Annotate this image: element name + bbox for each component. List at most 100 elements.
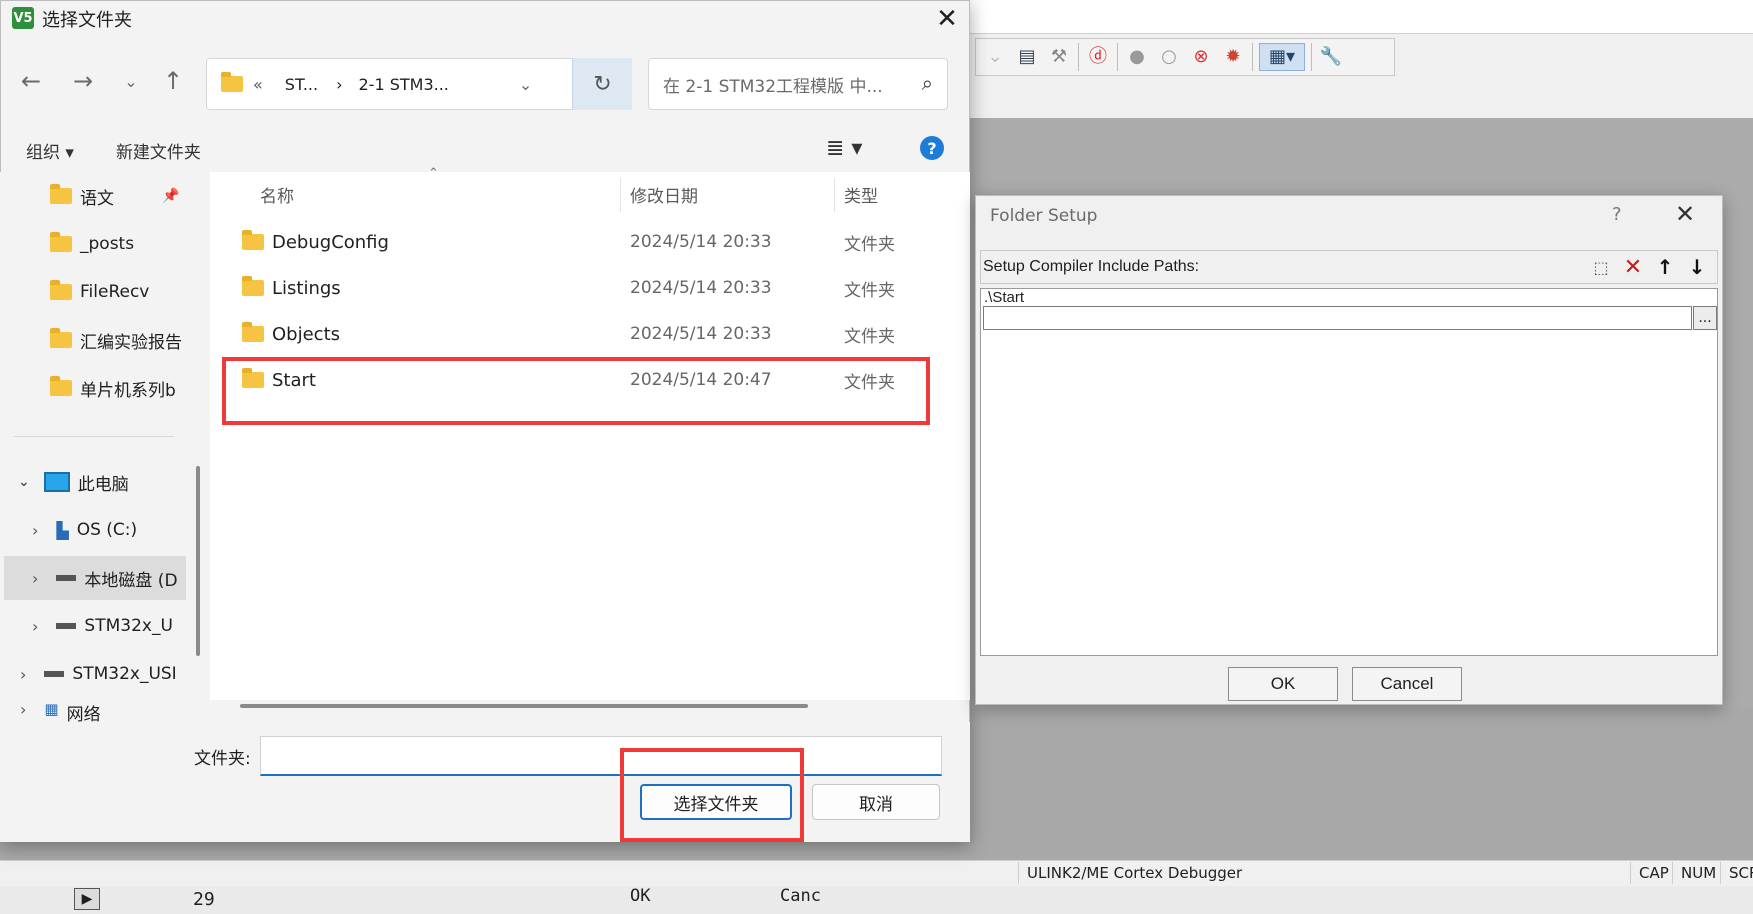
collapsed-chevron-icon[interactable]: ›: [32, 521, 38, 540]
file-row[interactable]: Listings 2024/5/14 20:33 文件夹: [210, 265, 970, 311]
search-input[interactable]: 在 2-1 STM32工程模版 中... ⌕: [648, 58, 948, 110]
ok-button[interactable]: OK: [1228, 667, 1338, 701]
window-layout-icon[interactable]: ▦▾: [1259, 43, 1305, 71]
nav-item-label: 汇编实验报告: [80, 332, 182, 353]
ide-status-bar: [0, 860, 1753, 886]
computer-icon: [43, 472, 70, 492]
collapsed-chevron-icon[interactable]: ›: [20, 665, 26, 684]
cancel-button[interactable]: 取消: [812, 784, 940, 820]
help-icon[interactable]: ?: [1612, 204, 1622, 225]
folder-icon: [50, 328, 72, 348]
move-down-icon[interactable]: ↓: [1684, 254, 1710, 280]
organize-menu[interactable]: 组织 ▾: [26, 138, 74, 163]
new-folder-button[interactable]: 新建文件夹: [116, 138, 201, 163]
nav-item[interactable]: FileRecv: [0, 270, 195, 314]
tree-drive-selected[interactable]: › 本地磁盘 (D: [4, 556, 186, 600]
tree-this-pc[interactable]: ⌄ 此电脑: [0, 460, 195, 504]
close-icon[interactable]: ✕: [1675, 200, 1695, 228]
address-dropdown-icon[interactable]: ⌄: [519, 75, 532, 94]
tree-label: STM32x_U: [84, 616, 173, 636]
folder-name-input[interactable]: [260, 736, 942, 776]
up-arrow-icon[interactable]: ↑: [158, 66, 188, 96]
file-row[interactable]: DebugConfig 2024/5/14 20:33 文件夹: [210, 219, 970, 265]
status-debugger: ULINK2/ME Cortex Debugger: [1018, 862, 1283, 884]
document-icon[interactable]: ▤: [1014, 44, 1040, 70]
column-divider[interactable]: [620, 178, 621, 212]
help-icon[interactable]: ?: [920, 136, 944, 160]
new-path-icon[interactable]: ⬚: [1588, 254, 1614, 280]
move-up-icon[interactable]: ↑: [1652, 254, 1678, 280]
file-type: 文件夹: [844, 234, 895, 255]
debug-icon[interactable]: ⓓ: [1085, 44, 1111, 70]
folder-setup-title: Folder Setup: [990, 206, 1098, 226]
tree-drive[interactable]: › STM32x_USI: [0, 652, 195, 696]
column-header-date[interactable]: 修改日期: [630, 172, 698, 216]
breadcrumb-item[interactable]: 2-1 STM3...: [359, 75, 449, 94]
wrench-icon[interactable]: 🔧: [1318, 44, 1344, 70]
include-paths-list[interactable]: [980, 288, 1718, 656]
search-icon: ⌕: [921, 71, 933, 95]
back-arrow-icon[interactable]: ←: [16, 66, 46, 96]
file-list-scrollbar[interactable]: [240, 704, 808, 708]
collapsed-chevron-icon[interactable]: ›: [32, 569, 38, 588]
file-name: Objects: [272, 323, 341, 345]
ide-bottom-strip: [0, 886, 1753, 914]
browse-button[interactable]: ...: [1693, 306, 1717, 330]
nav-item[interactable]: 单片机系列b: [0, 366, 195, 410]
drive-icon: [56, 623, 77, 629]
expanded-chevron-icon[interactable]: ⌄: [18, 474, 30, 490]
nav-item[interactable]: 汇编实验报告: [0, 318, 195, 362]
nav-scrollbar[interactable]: [196, 466, 200, 656]
breakpoint-icon[interactable]: ●: [1124, 44, 1150, 70]
tree-network[interactable]: › ▦ 网络: [0, 700, 195, 722]
folder-label: 文件夹:: [194, 749, 251, 769]
column-header-name[interactable]: 名称: [260, 172, 294, 216]
command-bar: 组织 ▾ 新建文件夹: [0, 128, 970, 172]
view-options-icon[interactable]: ≣ ▾: [826, 136, 862, 161]
delete-path-icon[interactable]: ✕: [1620, 254, 1646, 280]
breakpoint-empty-icon[interactable]: ○: [1156, 44, 1182, 70]
folder-icon: [50, 232, 72, 252]
tree-drive[interactable]: › STM32x_U: [0, 604, 195, 648]
recent-chevron-icon[interactable]: ⌄: [116, 66, 146, 96]
disable-breakpoints-icon[interactable]: ⊗: [1188, 44, 1214, 70]
breadcrumb-item[interactable]: ST...: [285, 75, 318, 94]
tools-icon[interactable]: ⚒: [1046, 44, 1072, 70]
toolbar-separator: [1252, 43, 1253, 71]
file-type: 文件夹: [844, 280, 895, 301]
folder-icon: [242, 276, 264, 296]
column-divider[interactable]: [834, 178, 835, 212]
forward-arrow-icon[interactable]: →: [68, 66, 98, 96]
include-path-entry[interactable]: .\Start: [984, 289, 1024, 306]
nav-item-pinned[interactable]: 语文 📌: [0, 174, 195, 218]
tree-label: OS (C:): [76, 520, 138, 540]
bottom-cancel-text: Canc: [780, 886, 821, 906]
tree-label: 此电脑: [77, 474, 129, 495]
breadcrumb-overflow[interactable]: «: [253, 75, 263, 94]
close-icon[interactable]: ✕: [930, 2, 964, 36]
nav-item-label: 单片机系列b: [80, 380, 176, 401]
ide-toolbar: ⌄ ▤ ⚒ ⓓ ● ○ ⊗ ✹ ▦▾ 🔧: [975, 38, 1395, 76]
scroll-right-icon[interactable]: ▶: [74, 888, 100, 910]
combo-arrow-icon[interactable]: ⌄: [982, 44, 1008, 70]
file-name: DebugConfig: [272, 231, 389, 253]
tree-drive[interactable]: › ▙ OS (C:): [0, 508, 195, 552]
kill-breakpoints-icon[interactable]: ✹: [1220, 44, 1246, 70]
folder-icon: [242, 322, 264, 342]
file-name: Listings: [272, 277, 341, 299]
nav-item[interactable]: _posts: [0, 222, 195, 266]
folder-setup-cancel-button[interactable]: Cancel: [1352, 667, 1462, 701]
path-edit-field[interactable]: [983, 306, 1692, 330]
collapsed-chevron-icon[interactable]: ›: [32, 617, 38, 636]
file-date: 2024/5/14 20:33: [630, 278, 772, 298]
toolbar-separator: [1078, 43, 1079, 71]
address-bar[interactable]: « ST... › 2-1 STM3... ⌄: [206, 58, 631, 110]
file-row[interactable]: Objects 2024/5/14 20:33 文件夹: [210, 311, 970, 357]
drive-icon: [44, 671, 65, 677]
line-number: 29: [193, 889, 215, 910]
refresh-icon[interactable]: ↻: [572, 58, 632, 110]
folder-icon: [50, 184, 72, 204]
column-header-type[interactable]: 类型: [844, 172, 878, 216]
collapsed-chevron-icon[interactable]: ›: [20, 700, 26, 719]
status-num: NUM: [1672, 862, 1720, 884]
